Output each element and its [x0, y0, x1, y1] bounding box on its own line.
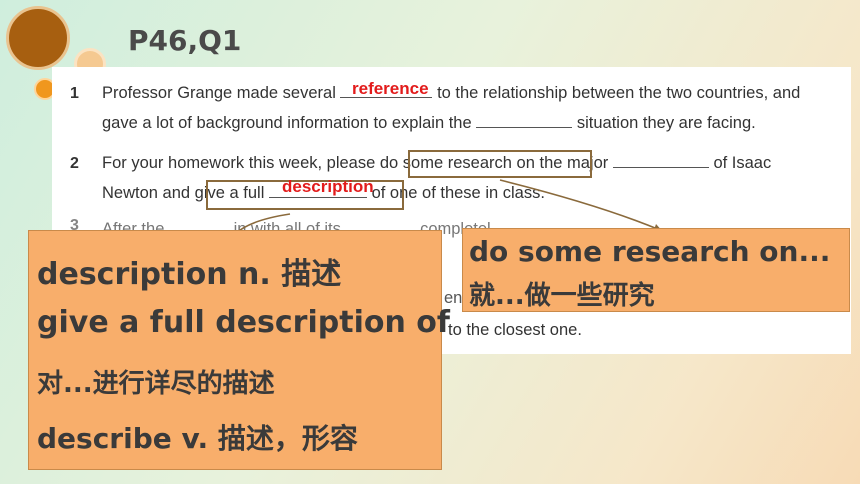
note-line-give-full-description: give a full description of: [37, 305, 450, 340]
note-line-description-n: description n. 描述: [37, 257, 342, 292]
note-line-chinese-meaning: 对...进行详尽的描述: [37, 369, 275, 399]
note-line-do-some-research: do some research on...: [469, 235, 831, 268]
note-line-research-chinese: 就...做一些研究: [469, 281, 655, 311]
arrow-to-right-note: [499, 179, 661, 231]
vocab-note-research: do some research on... 就...做一些研究: [462, 228, 850, 312]
vocab-note-description: description n. 描述 give a full descriptio…: [28, 230, 450, 470]
note-line-describe-v: describe v. 描述，形容: [37, 422, 358, 455]
